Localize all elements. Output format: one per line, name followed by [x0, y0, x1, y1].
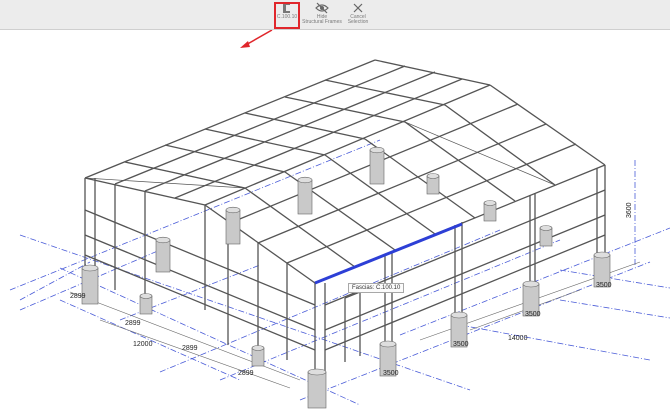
- cancel-button-label: Cancel Selection: [347, 14, 369, 25]
- dimension-label: 12000: [133, 341, 153, 348]
- annotation-highlight-box: [274, 2, 300, 29]
- hide-structural-frames-button[interactable]: Hide Structural Frames: [302, 2, 342, 28]
- annotation-arrow: [240, 30, 273, 48]
- foundation-pad: [297, 176, 313, 215]
- dimension-label: 2899: [238, 370, 254, 377]
- dimension-label: 3500: [383, 370, 399, 377]
- foundation-pad: [426, 173, 440, 195]
- dimension-label: 3500: [596, 282, 612, 289]
- foundation-pad: [307, 368, 327, 409]
- dimension-label: 3600: [626, 202, 633, 218]
- foundation-pad: [251, 345, 265, 367]
- hide-button-label: Hide Structural Frames: [302, 14, 342, 25]
- dimension-label: 3500: [525, 311, 541, 318]
- foundation-pad: [139, 293, 153, 315]
- eye-slash-icon: [315, 2, 329, 14]
- dimension-label: 2899: [70, 293, 86, 300]
- foundations: [81, 146, 611, 409]
- dimension-label: 2899: [182, 345, 198, 352]
- steel-frame: [84, 59, 606, 372]
- hover-tooltip: Fascias: C.100.10: [348, 283, 405, 293]
- dimension-lines: [69, 261, 641, 389]
- foundation-pad: [483, 200, 497, 222]
- 3d-model-viewport[interactable]: 2899 2899 12000 2899 2899 3500 3500 3500…: [0, 30, 670, 420]
- cancel-selection-button[interactable]: Cancel Selection: [342, 2, 374, 28]
- dimension-label: 14000: [508, 335, 528, 342]
- close-icon: [353, 3, 363, 13]
- toolbar: C.100.10 Hide Structural Frames Cancel S…: [0, 0, 670, 30]
- foundation-pad: [539, 225, 553, 247]
- foundation-pad: [369, 146, 385, 185]
- foundation-pad: [225, 206, 241, 245]
- foundation-pad: [155, 236, 171, 273]
- dimension-label: 2899: [125, 320, 141, 327]
- dimension-label: 3500: [453, 341, 469, 348]
